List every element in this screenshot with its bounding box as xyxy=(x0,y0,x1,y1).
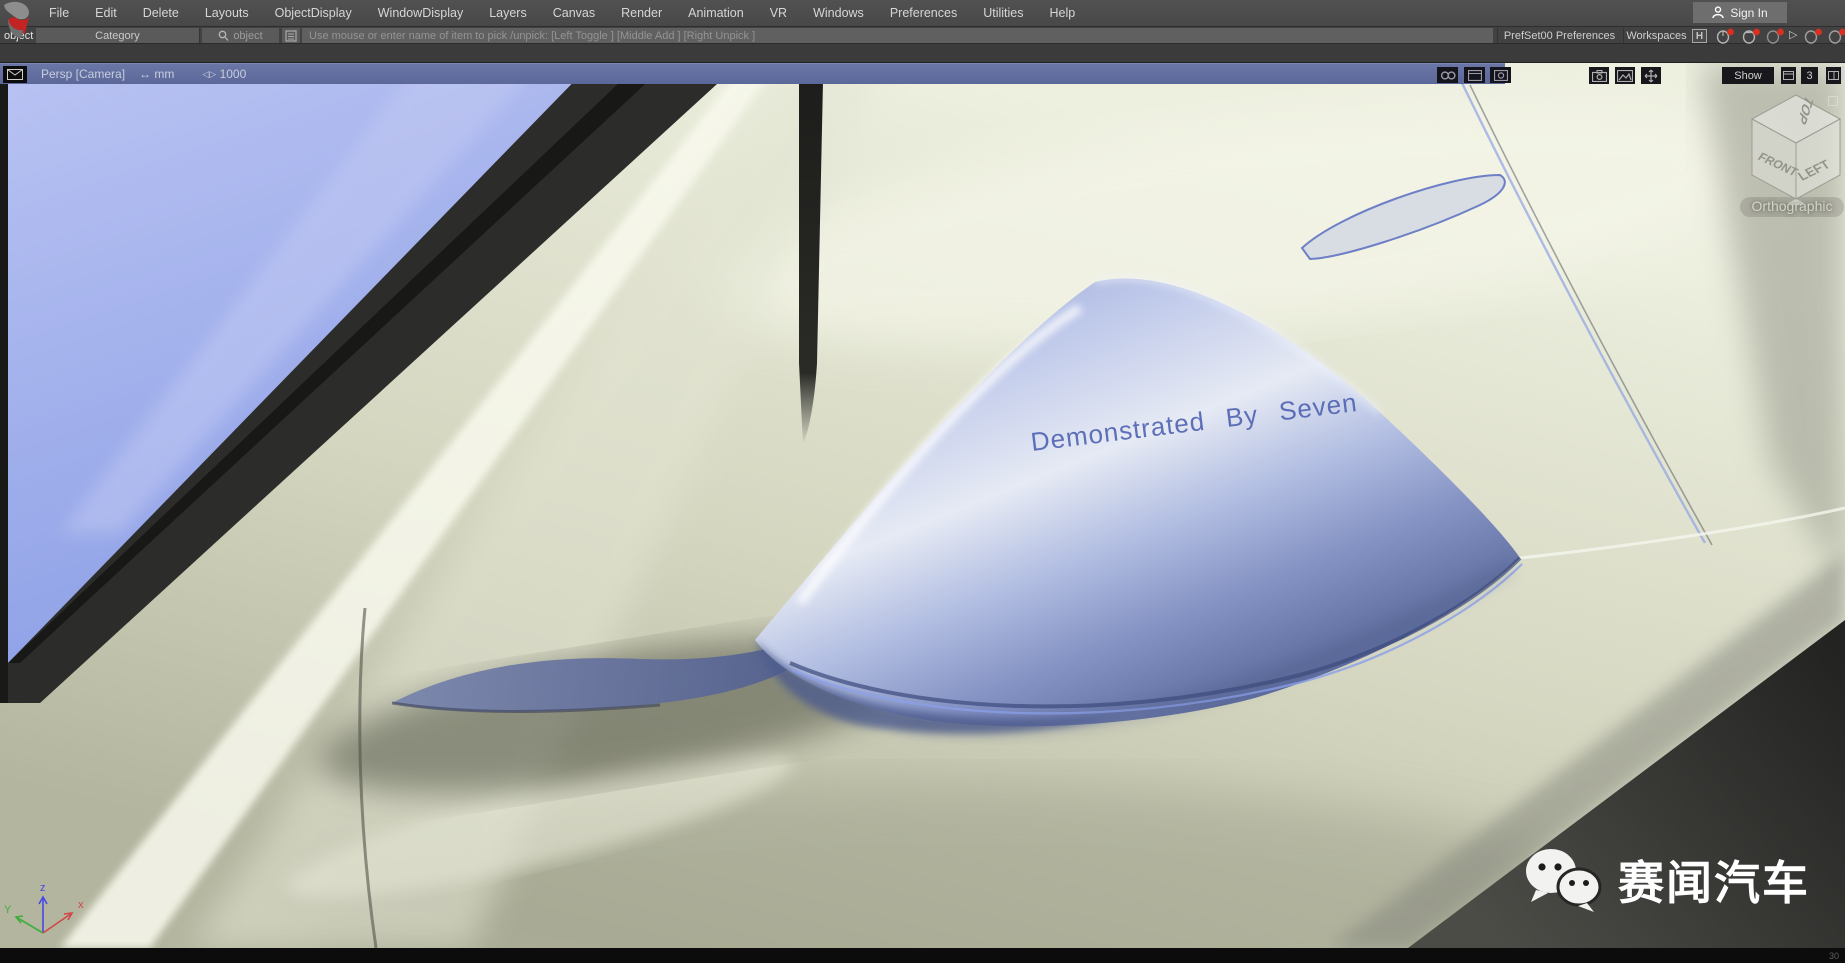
menu-item-objectdisplay[interactable]: ObjectDisplay xyxy=(262,0,365,26)
projection-label[interactable]: Orthographic xyxy=(1738,198,1845,214)
workspaces-button[interactable]: Workspaces xyxy=(1623,28,1689,43)
alias-logo-icon xyxy=(1,0,34,46)
menu-item-delete[interactable]: Delete xyxy=(130,0,192,26)
menu-item-windows[interactable]: Windows xyxy=(800,0,877,26)
bottom-strip: 30 xyxy=(0,948,1845,963)
menu-items: File Edit Delete Layouts ObjectDisplay W… xyxy=(36,0,1088,26)
wechat-icon xyxy=(1524,847,1604,913)
menu-item-layers[interactable]: Layers xyxy=(476,0,540,26)
mouse-hint-extra-icon[interactable] xyxy=(1802,28,1824,44)
object-filter-field[interactable]: object xyxy=(202,28,279,43)
pick-toolbar: object Category object Use mouse or ente… xyxy=(0,26,1845,44)
menu-item-windowdisplay[interactable]: WindowDisplay xyxy=(365,0,476,26)
category-dropdown[interactable]: Category xyxy=(36,28,200,43)
mouse-hint-left-icon[interactable] xyxy=(1714,28,1736,44)
watermark: 赛闻汽车 xyxy=(1524,847,1810,913)
menu-item-render[interactable]: Render xyxy=(608,0,675,26)
layout-button[interactable] xyxy=(1826,67,1841,84)
value-spinner-icon[interactable]: ◁▷ xyxy=(202,69,216,80)
resize-icon: ↔ xyxy=(139,67,151,81)
minimize-panel-button[interactable] xyxy=(1781,67,1796,84)
image-plane-button[interactable] xyxy=(1615,67,1635,84)
prompt-history-button[interactable] xyxy=(282,28,300,43)
window-view-button[interactable] xyxy=(1464,67,1485,83)
watermark-text: 赛闻汽车 xyxy=(1618,847,1810,913)
frame-label: 30 xyxy=(1829,951,1839,961)
expand-arrow-icon[interactable]: ▷ xyxy=(1789,28,1797,41)
viewport-left-border xyxy=(0,63,8,703)
person-icon xyxy=(1712,6,1724,19)
viewport-title-bar[interactable]: Persp [Camera] ↔ mm ◁▷ 1000 xyxy=(0,63,1505,84)
layer-bar: DefaultLayer YingJiao DaoJiao Detail xyxy=(0,44,1845,63)
snapshot-camera-button[interactable] xyxy=(1589,67,1609,84)
linked-cameras-button[interactable] xyxy=(1437,67,1458,83)
camera-view-button[interactable] xyxy=(1490,67,1511,83)
viewport-title: Persp [Camera] xyxy=(41,67,125,81)
sign-in-label: Sign In xyxy=(1730,6,1767,20)
prompt-history-icon xyxy=(285,30,297,42)
object-filter-label: object xyxy=(233,30,262,42)
perspective-viewport[interactable]: Demonstrated By Seven Persp [Camera] ↔ m… xyxy=(0,63,1845,948)
z-axis-label: z xyxy=(40,882,46,894)
viewport-units: mm xyxy=(154,67,174,81)
menu-item-animation[interactable]: Animation xyxy=(675,0,757,26)
scene-canvas[interactable]: Demonstrated By Seven xyxy=(0,63,1845,948)
mouse-hint-extra2-icon[interactable] xyxy=(1826,28,1845,44)
prompt-line-input[interactable]: Use mouse or enter name of item to pick … xyxy=(302,28,1493,43)
camera-value: 1000 xyxy=(220,67,247,81)
menu-bar: File Edit Delete Layouts ObjectDisplay W… xyxy=(0,0,1845,26)
menu-item-file[interactable]: File xyxy=(36,0,82,26)
alias-application-window: File Edit Delete Layouts ObjectDisplay W… xyxy=(0,0,1845,963)
axis-triad: z Y x xyxy=(0,875,110,947)
panel-count-button[interactable]: 3 xyxy=(1801,67,1818,84)
y-axis-label: Y xyxy=(4,904,12,916)
show-menu-button[interactable]: Show xyxy=(1722,67,1774,84)
menu-item-vr[interactable]: VR xyxy=(757,0,800,26)
menu-item-layouts[interactable]: Layouts xyxy=(192,0,262,26)
viewport-window-icon[interactable] xyxy=(3,66,27,83)
search-icon xyxy=(218,30,229,42)
mouse-hint-right-icon[interactable] xyxy=(1764,28,1786,44)
x-axis-label: x xyxy=(78,899,84,911)
pan-zoom-button[interactable] xyxy=(1641,67,1661,84)
sign-in-button[interactable]: Sign In xyxy=(1693,2,1787,23)
hotkeys-icon[interactable]: H xyxy=(1692,29,1707,43)
menu-item-preferences[interactable]: Preferences xyxy=(877,0,970,26)
menu-item-utilities[interactable]: Utilities xyxy=(970,0,1036,26)
menu-item-edit[interactable]: Edit xyxy=(82,0,130,26)
menu-item-canvas[interactable]: Canvas xyxy=(540,0,608,26)
menu-item-help[interactable]: Help xyxy=(1037,0,1089,26)
mouse-hint-middle-icon[interactable] xyxy=(1740,28,1762,44)
view-cube[interactable]: TOP FRONT LEFT xyxy=(1750,93,1842,205)
prefset-button[interactable]: PrefSet00 Preferences xyxy=(1497,28,1621,43)
